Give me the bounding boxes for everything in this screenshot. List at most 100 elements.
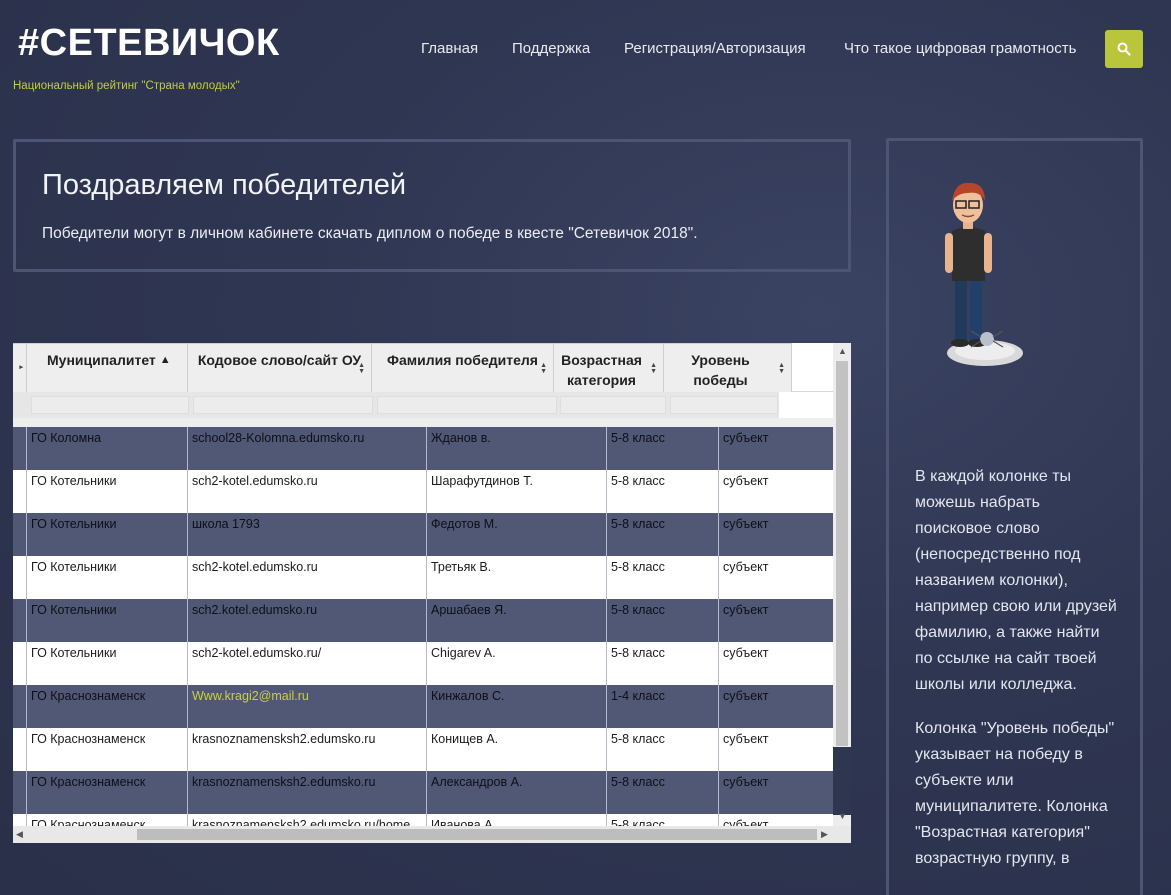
table-cell: ГО Котельники (27, 513, 188, 556)
table-row[interactable]: ГО Котельники sch2-kotel.edumsko.ru Третья… (13, 556, 847, 599)
table-cell: 5-8 класс (607, 556, 719, 599)
horizontal-scrollbar[interactable]: ◀ ▶ (13, 826, 851, 843)
congrats-panel: Поздравляем победителей Победители могут… (13, 139, 851, 272)
table-cell: sch2-kotel.edumsko.ru (188, 556, 427, 599)
site-tagline: Национальный рейтинг "Страна молодых" (13, 80, 240, 92)
table-cell: ГО Краснознаменск (27, 728, 188, 771)
table-cell: krasnoznamensksh2.edumsko.ru (188, 771, 427, 814)
table-cell: Федотов М. (427, 513, 607, 556)
sidebar-paragraph: Колонка "Уровень победы" указывает на по… (915, 720, 1115, 867)
scroll-up-icon[interactable]: ▲ (838, 346, 847, 356)
table-cell: субъект (719, 642, 847, 685)
table-cell: субъект (719, 556, 847, 599)
table-cell-hidden (13, 513, 27, 556)
column-header-label: Возрастная категория (561, 352, 642, 388)
column-header-victory-level[interactable]: Уровень победы ▲ ▼ (664, 343, 792, 392)
table-row[interactable]: ГО Котельники sch2-kotel.edumsko.ru Шарафу… (13, 470, 847, 513)
nav-link-support[interactable]: Поддержка (512, 40, 590, 57)
table-row[interactable]: ГО Краснознаменск krasnoznamensksh2.edums… (13, 771, 847, 814)
table-spacer (13, 418, 833, 427)
filter-input-municipality[interactable] (31, 396, 189, 414)
table-cell: Www.kragi2@mail.ru (188, 685, 427, 728)
table-cell: Конищев А. (427, 728, 607, 771)
column-header-code-word[interactable]: Кодовое слово/сайт ОУ ▲ ▼ (188, 343, 372, 392)
table-cell: Chigarev A. (427, 642, 607, 685)
column-header-label: Фамилия победителя (387, 352, 538, 368)
table-row[interactable]: ГО Коломна school28-Kolomna.edumsko.ru Жда… (13, 427, 847, 470)
sort-icon: ▲ ▼ (540, 362, 547, 375)
table-row[interactable]: ГО Котельники школа 1793 Федотов М. 5-8 кла… (13, 513, 847, 556)
table-cell: 5-8 класс (607, 513, 719, 556)
table-cell: 5-8 класс (607, 771, 719, 814)
table-cell: Александров А. (427, 771, 607, 814)
sort-asc-icon: ▲ (159, 354, 171, 366)
search-button[interactable] (1105, 30, 1143, 68)
table-cell: субъект (719, 599, 847, 642)
scroll-left-icon[interactable]: ◀ (16, 829, 23, 840)
table-cell: субъект (719, 470, 847, 513)
table-cell: ГО Котельники (27, 599, 188, 642)
table-cell: Шарафутдинов Т. (427, 470, 607, 513)
table-cell-hidden (13, 427, 27, 470)
table-cell-hidden (13, 771, 27, 814)
table-cell: ГО Краснознаменск (27, 685, 188, 728)
table-cell: school28-Kolomna.edumsko.ru (188, 427, 427, 470)
table-cell: ГО Краснознаменск (27, 771, 188, 814)
scroll-down-icon[interactable]: ▼ (838, 811, 847, 821)
column-header-winner-name[interactable]: Фамилия победителя ▲ ▼ (372, 343, 554, 392)
column-header-municipality[interactable]: Муниципалитет ▲ (27, 343, 188, 392)
nav-link-digital-literacy[interactable]: Что такое цифровая грамотность (844, 40, 1076, 57)
table-row[interactable]: ГО Котельники sch2.kotel.edumsko.ru Аршаба… (13, 599, 847, 642)
table-cell: 1-4 класс (607, 685, 719, 728)
sort-icon: ▲ ▼ (650, 362, 657, 375)
vertical-scroll-track (833, 747, 851, 815)
help-sidebar: В каждой колонке ты можешь набрать поиск… (886, 138, 1143, 895)
congrats-title: Поздравляем победителей (42, 169, 407, 201)
filter-input-winner-name[interactable] (377, 396, 557, 414)
table-cell: 5-8 класс (607, 728, 719, 771)
table-cell: ГО Котельники (27, 642, 188, 685)
table-cell-hidden (13, 642, 27, 685)
nav-link-registration[interactable]: Регистрация/Авторизация (624, 40, 806, 57)
table-cell: Третьяк В. (427, 556, 607, 599)
table-cell: 5-8 класс (607, 642, 719, 685)
table-cell-hidden (13, 599, 27, 642)
table-cell: субъект (719, 685, 847, 728)
nav-link-home[interactable]: Главная (421, 40, 478, 57)
table-cell: Жданов в. (427, 427, 607, 470)
sort-icon: ▲ ▼ (778, 362, 785, 375)
table-cell-hidden (13, 556, 27, 599)
table-row[interactable]: ГО Краснознаменск Www.kragi2@mail.ru Кинжа… (13, 685, 847, 728)
vertical-scrollbar[interactable]: ▲ ▼ (833, 343, 851, 843)
table-cell: Кинжалов С. (427, 685, 607, 728)
filter-input-age-category[interactable] (560, 396, 666, 414)
table-cell: sch2-kotel.edumsko.ru (188, 470, 427, 513)
table-cell: ГО Котельники (27, 470, 188, 513)
table-cell: субъект (719, 427, 847, 470)
column-header-hidden[interactable]: ▸ (13, 343, 27, 392)
table-cell: krasnoznamensksh2.edumsko.ru (188, 728, 427, 771)
table-cell: 5-8 класс (607, 470, 719, 513)
sort-icon: ▸ (19, 364, 23, 371)
filter-input-code-word[interactable] (193, 396, 373, 414)
scroll-right-icon[interactable]: ▶ (821, 829, 828, 840)
filter-input-victory-level[interactable] (670, 396, 778, 414)
table-cell: sch2-kotel.edumsko.ru/ (188, 642, 427, 685)
column-header-age-category[interactable]: Возрастная категория ▲ ▼ (554, 343, 664, 392)
table-header: ▸ Муниципалитет ▲ Кодовое слово/сайт ОУ … (13, 343, 833, 392)
horizontal-scroll-thumb[interactable] (137, 829, 817, 840)
column-header-label: Муниципалитет (47, 352, 156, 368)
table-row[interactable]: ГО Краснознаменск krasnoznamensksh2.edums… (13, 728, 847, 771)
vertical-scroll-thumb[interactable] (836, 361, 848, 746)
site-logo[interactable]: #СЕТЕВИЧОК (18, 22, 280, 65)
table-row[interactable]: ГО Котельники sch2-kotel.edumsko.ru/Chiga… (13, 642, 847, 685)
table-cell: ГО Коломна (27, 427, 188, 470)
winners-table: ▸ Муниципалитет ▲ Кодовое слово/сайт ОУ … (13, 343, 851, 843)
table-cell-hidden (13, 728, 27, 771)
table-cell: 5-8 класс (607, 427, 719, 470)
mascot-illustration (945, 182, 1023, 366)
table-cell: ГО Котельники (27, 556, 188, 599)
filter-row (13, 392, 779, 418)
table-cell: субъект (719, 771, 847, 814)
table-cell: 5-8 класс (607, 599, 719, 642)
